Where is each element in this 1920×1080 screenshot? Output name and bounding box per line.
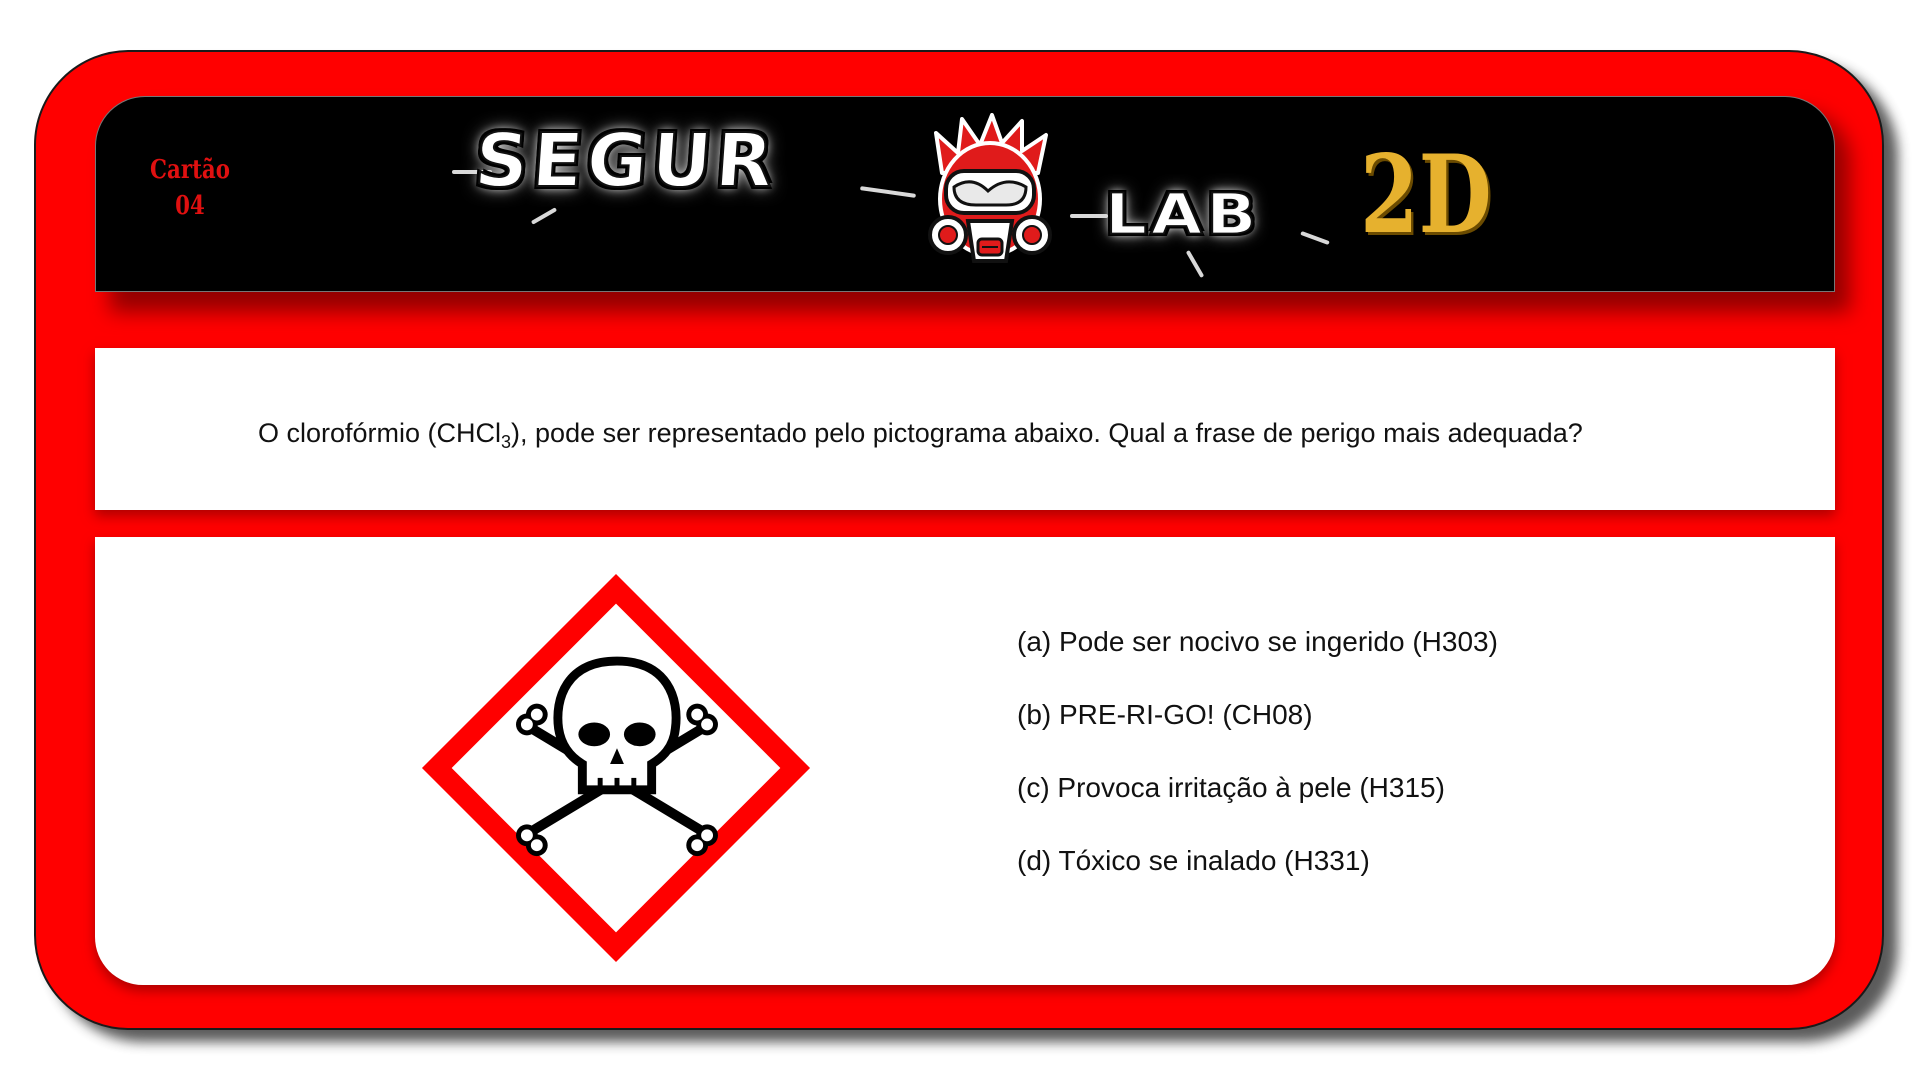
answer-panel [95,537,1835,985]
answer-options: (a) Pode ser nocivo se ingerido (H303) (… [1017,622,1498,914]
card-number-value: 04 [175,191,205,221]
logo-segur-text: SEGUR [471,117,781,205]
card-number: Cartão 04 [141,152,239,224]
logo-lab-text: LAB [1104,181,1261,248]
option-c[interactable]: (c) Provoca irritação à pele (H315) [1017,768,1498,841]
skull-crossbones-ghs-icon [421,573,811,963]
logo-2d-text: 2D [1360,132,1492,258]
question-text-end: ), pode ser representado pelo pictograma… [511,418,1583,448]
option-a[interactable]: (a) Pode ser nocivo se ingerido (H303) [1017,622,1498,695]
card-label: Cartão [150,155,230,185]
question-text: O clorofórmio (CHCl3), pode ser represen… [258,418,1583,453]
question-subscript: 3 [501,432,512,452]
gas-mask-mascot-icon [928,113,1052,263]
question-text-start: O clorofórmio (CHCl [258,418,502,448]
option-d[interactable]: (d) Tóxico se inalado (H331) [1017,841,1498,914]
logo-splash [1070,214,1108,218]
option-b[interactable]: (b) PRE-RI-GO! (CH08) [1017,695,1498,768]
